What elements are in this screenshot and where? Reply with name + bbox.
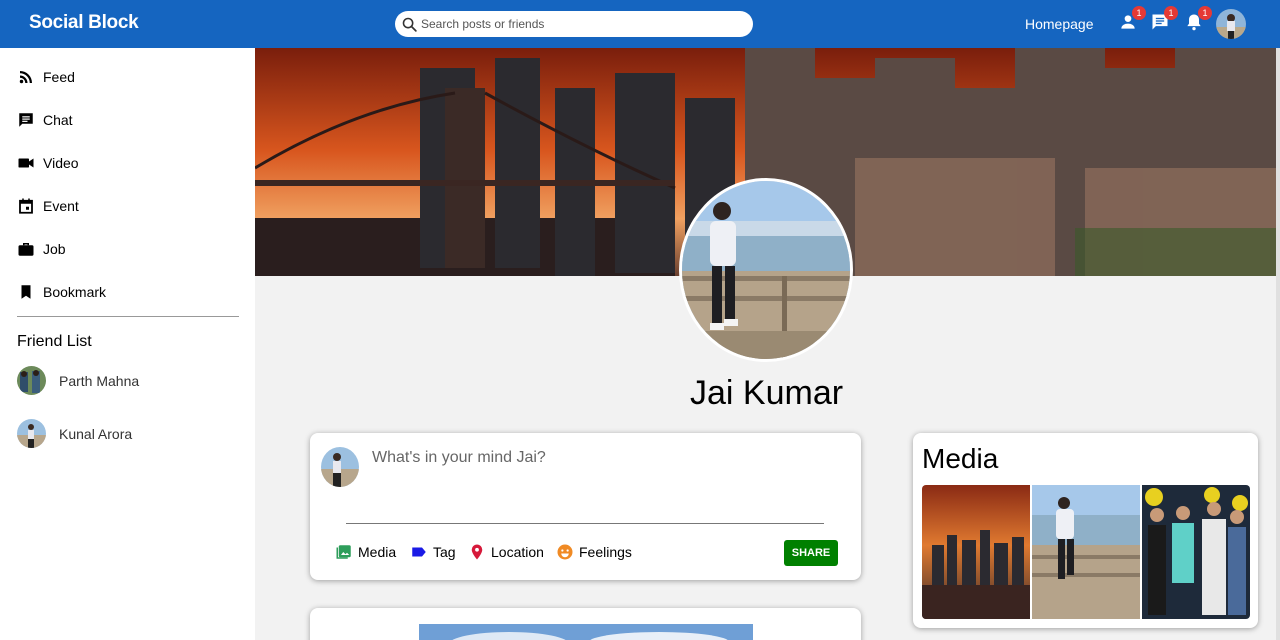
label-icon <box>412 547 426 557</box>
sidebar-item-job[interactable]: Job <box>17 240 66 258</box>
sidebar-item-chat[interactable]: Chat <box>17 111 73 129</box>
homepage-link[interactable]: Homepage <box>1025 16 1094 32</box>
image-icon <box>336 545 351 559</box>
left-sidebar: Feed Chat Video Event Job Bookmark Frien… <box>0 48 255 640</box>
feelings-option[interactable]: Feelings <box>556 543 632 561</box>
page-scrollbar[interactable] <box>1276 48 1280 640</box>
media-panel: Media <box>913 433 1258 628</box>
friend-avatar <box>17 419 46 448</box>
friend-list-title: Friend List <box>17 333 92 350</box>
sidebar-item-video[interactable]: Video <box>17 154 79 172</box>
search-input[interactable] <box>421 17 741 31</box>
messages-button[interactable]: 1 <box>1150 6 1178 34</box>
rss-feed-icon <box>19 71 32 84</box>
media-thumbnail[interactable] <box>922 485 1030 619</box>
friend-avatar <box>17 366 46 395</box>
briefcase-icon <box>18 243 34 256</box>
brand-logo[interactable]: Social Block <box>29 12 139 34</box>
chat-icon <box>19 113 33 127</box>
media-thumbnail[interactable] <box>1032 485 1140 619</box>
location-option[interactable]: Location <box>468 543 544 561</box>
media-thumbnail[interactable] <box>1142 485 1250 619</box>
profile-picture[interactable] <box>679 178 853 362</box>
sidebar-item-label: Feed <box>43 69 75 85</box>
post-card <box>310 608 861 640</box>
share-button[interactable]: SHARE <box>784 540 838 566</box>
sidebar-divider <box>17 316 239 317</box>
friend-item-kunal[interactable]: Kunal Arora <box>17 419 132 448</box>
sidebar-item-bookmark[interactable]: Bookmark <box>17 283 106 301</box>
media-grid <box>922 485 1250 619</box>
composer-avatar <box>321 447 359 487</box>
notifications-button[interactable]: 1 <box>1184 6 1212 34</box>
friend-item-parth[interactable]: Parth Mahna <box>17 366 139 395</box>
sidebar-item-label: Video <box>43 155 79 171</box>
post-image[interactable] <box>419 624 753 640</box>
sidebar-item-label: Event <box>43 198 79 214</box>
composer-input[interactable]: What's in your mind Jai? <box>372 449 546 467</box>
location-option-label: Location <box>491 544 544 560</box>
media-panel-title: Media <box>922 443 999 474</box>
smiley-icon <box>557 544 573 560</box>
friend-requests-button[interactable]: 1 <box>1118 6 1146 34</box>
user-avatar[interactable] <box>1216 9 1246 39</box>
friend-name: Kunal Arora <box>59 425 133 442</box>
feelings-option-label: Feelings <box>579 544 632 560</box>
friend-requests-badge: 1 <box>1132 6 1146 20</box>
friend-name: Parth Mahna <box>59 372 140 389</box>
post-composer: What's in your mind Jai? Media Tag Locat… <box>310 433 861 580</box>
notifications-badge: 1 <box>1198 6 1212 20</box>
sidebar-item-event[interactable]: Event <box>17 197 79 215</box>
search-bar[interactable] <box>395 11 753 37</box>
sidebar-item-label: Bookmark <box>43 284 107 300</box>
sidebar-item-feed[interactable]: Feed <box>17 68 75 86</box>
media-option-label: Media <box>358 544 397 560</box>
messages-badge: 1 <box>1164 6 1178 20</box>
composer-divider <box>346 523 824 524</box>
location-pin-icon <box>471 544 483 560</box>
profile-name: Jai Kumar <box>690 374 844 412</box>
sidebar-item-label: Job <box>43 241 66 257</box>
media-option[interactable]: Media <box>335 543 396 561</box>
search-icon <box>402 17 417 32</box>
sidebar-item-label: Chat <box>43 112 73 128</box>
tag-option[interactable]: Tag <box>410 543 456 561</box>
bookmark-icon <box>21 285 31 299</box>
calendar-icon <box>19 198 33 214</box>
top-navbar: Social Block Homepage 1 1 1 <box>0 0 1280 48</box>
tag-option-label: Tag <box>433 544 456 560</box>
video-camera-icon <box>18 158 34 168</box>
